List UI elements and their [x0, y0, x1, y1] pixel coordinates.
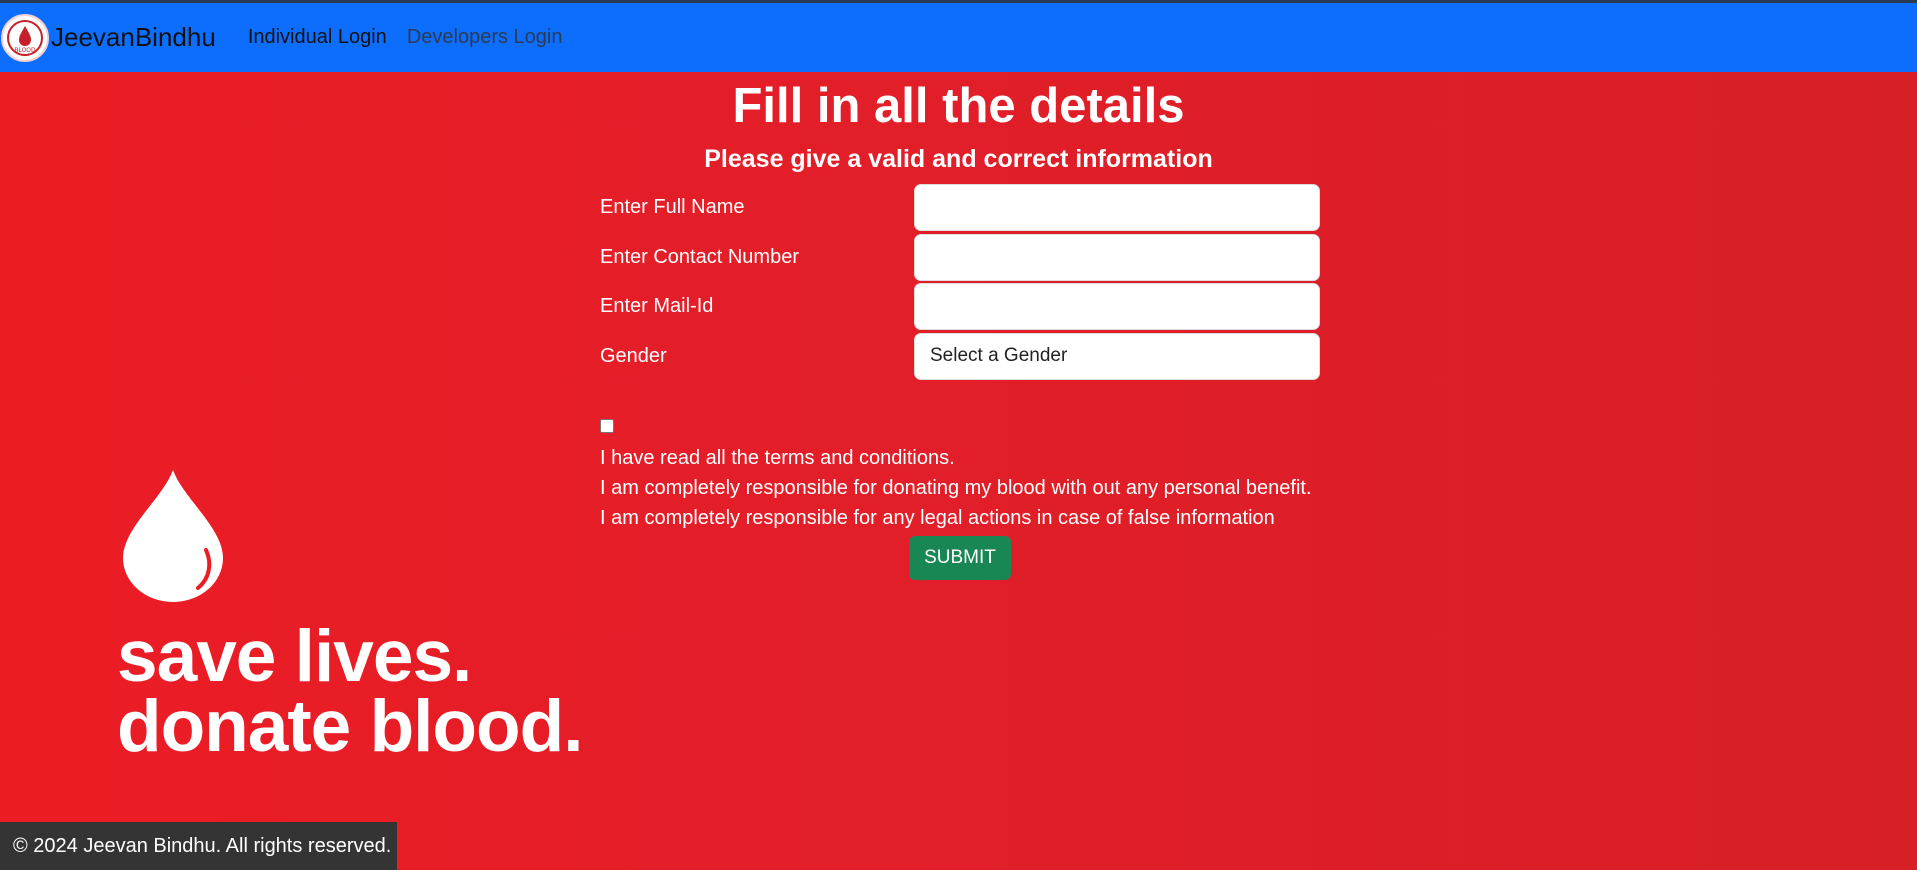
contact-number-label: Enter Contact Number: [600, 245, 799, 268]
slogan: save lives. donate blood.: [117, 616, 583, 767]
nav-developers-login[interactable]: Developers Login: [407, 26, 563, 49]
page-title: Fill in all the details: [732, 79, 1185, 133]
contact-number-input[interactable]: [914, 233, 1320, 281]
form-row-mail: Enter Mail-Id: [600, 282, 1320, 330]
form-row-gender: Gender Select a Gender: [600, 332, 1320, 380]
slogan-line-1: save lives.: [117, 616, 472, 697]
gender-label: Gender: [600, 344, 667, 367]
blood-logo-icon: BLOOD: [7, 19, 43, 56]
footer: © 2024 Jeevan Bindhu. All rights reserve…: [0, 822, 397, 870]
copyright-text: © 2024 Jeevan Bindhu. All rights reserve…: [13, 834, 392, 857]
mail-id-input[interactable]: [914, 282, 1320, 330]
submit-button[interactable]: SUBMIT: [909, 536, 1011, 580]
blood-drop-icon: [123, 470, 223, 602]
brand-name[interactable]: JeevanBindhu: [51, 22, 216, 53]
terms-line-3: I am completely responsible for any lega…: [600, 507, 1275, 529]
page-subtitle: Please give a valid and correct informat…: [704, 145, 1213, 173]
terms-line-2: I am completely responsible for donating…: [600, 477, 1312, 499]
terms-line-1: I have read all the terms and conditions…: [600, 447, 955, 469]
logo-text: BLOOD: [14, 47, 36, 54]
form-row-full-name: Enter Full Name: [600, 183, 1320, 231]
full-name-label: Enter Full Name: [600, 195, 745, 218]
slogan-line-2: donate blood.: [117, 686, 583, 767]
brand-logo[interactable]: BLOOD: [1, 13, 49, 62]
mail-id-label: Enter Mail-Id: [600, 294, 714, 317]
terms-checkbox[interactable]: [600, 419, 614, 433]
nav-individual-login[interactable]: Individual Login: [248, 26, 387, 49]
gender-select[interactable]: Select a Gender: [914, 332, 1320, 380]
navbar: BLOOD JeevanBindhu Individual Login Deve…: [0, 3, 1917, 72]
full-name-input[interactable]: [914, 183, 1320, 231]
form-row-contact: Enter Contact Number: [600, 233, 1320, 281]
